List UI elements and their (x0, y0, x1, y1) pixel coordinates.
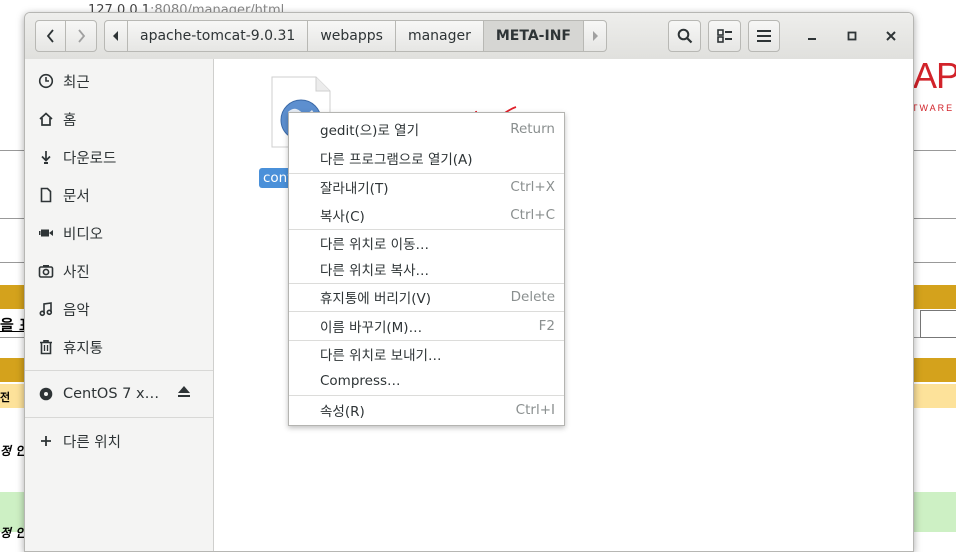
chevron-left-icon (46, 29, 54, 43)
menu-item-label: 다른 위치로 보내기… (320, 348, 442, 364)
menu-item-open-with-other[interactable]: 다른 프로그램으로 열기(A) (289, 145, 564, 171)
sidebar-item-home[interactable]: 홈 (25, 102, 213, 136)
video-icon (37, 224, 55, 242)
sidebar-item-recent[interactable]: 최근 (25, 64, 213, 98)
maximize-button[interactable] (840, 25, 864, 47)
eject-icon[interactable] (177, 386, 191, 402)
sidebar-item-label: 비디오 (63, 226, 104, 243)
sidebar-item-label: 다운로드 (63, 150, 117, 167)
menu-item-shortcut: Ctrl+C (510, 207, 555, 223)
path-bar: apache-tomcat-9.0.31 webapps manager MET… (104, 20, 607, 52)
sidebar-item-downloads[interactable]: 다운로드 (25, 140, 213, 174)
sidebar-item-pictures[interactable]: 사진 (25, 254, 213, 288)
sidebar-item-label: 휴지통 (63, 340, 104, 357)
sidebar-separator (25, 370, 213, 371)
menu-item-copy-to[interactable]: 다른 위치로 복사… (289, 256, 564, 282)
breadcrumb-apache-tomcat[interactable]: apache-tomcat-9.0.31 (127, 20, 309, 52)
menu-item-label: 잘라내기(T) (320, 181, 389, 197)
sidebar-item-other-locations[interactable]: 다른 위치 (25, 424, 213, 458)
menu-separator (289, 311, 564, 312)
sidebar-item-label: 문서 (63, 188, 90, 205)
music-icon (37, 300, 55, 318)
menu-item-shortcut: Ctrl+I (515, 402, 555, 418)
header-bar: apache-tomcat-9.0.31 webapps manager MET… (25, 13, 913, 60)
back-button[interactable] (35, 20, 66, 52)
breadcrumb-webapps[interactable]: webapps (307, 20, 396, 52)
sidebar-item-label: 홈 (63, 112, 77, 129)
view-toggle-button[interactable] (708, 20, 741, 52)
menu-item-label: 다른 위치로 복사… (320, 263, 430, 279)
menu-item-label: 이름 바꾸기(M)… (320, 320, 423, 336)
disc-icon (37, 385, 55, 403)
hamburger-menu-icon (757, 30, 771, 42)
bg-input-box (920, 310, 956, 338)
close-button[interactable] (879, 25, 903, 47)
search-button[interactable] (668, 20, 701, 52)
menu-item-label: 다른 위치로 이동… (320, 237, 430, 253)
minimize-icon (808, 38, 816, 40)
menu-item-label: Compress… (320, 373, 401, 389)
sidebar-item-label: 다른 위치 (63, 434, 121, 451)
sidebar-item-label: 음악 (63, 302, 90, 319)
sidebar-item-label: CentOS 7 x… (63, 386, 160, 402)
menu-item-label: 휴지통에 버리기(V) (320, 291, 431, 307)
breadcrumb-meta-inf[interactable]: META-INF (482, 20, 584, 52)
minimize-button[interactable] (800, 25, 824, 47)
clock-icon (37, 72, 55, 90)
path-scroll-right-button[interactable] (582, 20, 607, 52)
menu-item-shortcut: Ctrl+X (510, 179, 555, 195)
menu-item-label: gedit(으)로 열기 (320, 123, 419, 139)
forward-button[interactable] (65, 20, 97, 52)
sidebar-item-trash[interactable]: 휴지통 (25, 330, 213, 364)
sidebar-item-centos-disc[interactable]: CentOS 7 x… (25, 377, 213, 411)
maximize-icon (847, 31, 857, 41)
menu-item-cut[interactable]: 잘라내기(T) Ctrl+X (289, 174, 564, 200)
context-menu: gedit(으)로 열기 Return 다른 프로그램으로 열기(A) 잘라내기… (288, 112, 565, 426)
menu-item-shortcut: Delete (510, 289, 555, 305)
apache-logo-text: APA (913, 55, 956, 96)
menu-item-properties[interactable]: 속성(R) Ctrl+I (289, 397, 564, 423)
apache-logo-subtext: TWARE (912, 103, 955, 113)
menu-item-compress[interactable]: Compress… (289, 368, 564, 394)
menu-item-rename[interactable]: 이름 바꾸기(M)… F2 (289, 313, 564, 339)
sidebar-item-videos[interactable]: 비디오 (25, 216, 213, 250)
breadcrumb-manager[interactable]: manager (394, 20, 484, 52)
download-icon (37, 148, 55, 166)
menu-separator (289, 395, 564, 396)
bg-row-text: 정 인 (0, 444, 27, 458)
menu-item-move-to[interactable]: 다른 위치로 이동… (289, 230, 564, 256)
menu-item-label: 다른 프로그램으로 열기(A) (320, 152, 473, 168)
document-icon (37, 186, 55, 204)
menu-item-shortcut: Return (510, 121, 555, 137)
sidebar-item-music[interactable]: 음악 (25, 292, 213, 326)
sidebar-separator (25, 417, 213, 418)
path-scroll-left-button[interactable] (104, 20, 128, 52)
triangle-left-icon (113, 31, 118, 41)
menu-item-shortcut: F2 (538, 318, 555, 334)
main-menu-button[interactable] (748, 20, 780, 52)
sidebar-item-documents[interactable]: 문서 (25, 178, 213, 212)
camera-icon (37, 262, 55, 280)
sidebar-item-label: 최근 (63, 74, 90, 91)
sidebar: 최근 홈 다운로드 문서 비디오 사진 음악 휴지통 CentOS 7 x… 다… (25, 59, 214, 551)
menu-item-open-with-gedit[interactable]: gedit(으)로 열기 Return (289, 116, 564, 142)
bg-row-text: 정 인 (0, 526, 27, 540)
triangle-right-icon (592, 31, 598, 41)
sidebar-item-label: 사진 (63, 264, 90, 281)
menu-item-send-to[interactable]: 다른 위치로 보내기… (289, 341, 564, 367)
menu-item-label: 복사(C) (320, 209, 365, 225)
home-icon (37, 110, 55, 128)
menu-item-copy[interactable]: 복사(C) Ctrl+C (289, 202, 564, 228)
trash-icon (37, 338, 55, 356)
search-icon (677, 28, 692, 44)
menu-item-move-to-trash[interactable]: 휴지통에 버리기(V) Delete (289, 284, 564, 310)
list-view-icon (716, 29, 732, 43)
chevron-right-icon (78, 29, 86, 43)
bg-row-text: 전 (0, 391, 11, 404)
plus-icon (37, 432, 55, 450)
close-icon (886, 31, 896, 41)
menu-item-label: 속성(R) (320, 404, 365, 420)
